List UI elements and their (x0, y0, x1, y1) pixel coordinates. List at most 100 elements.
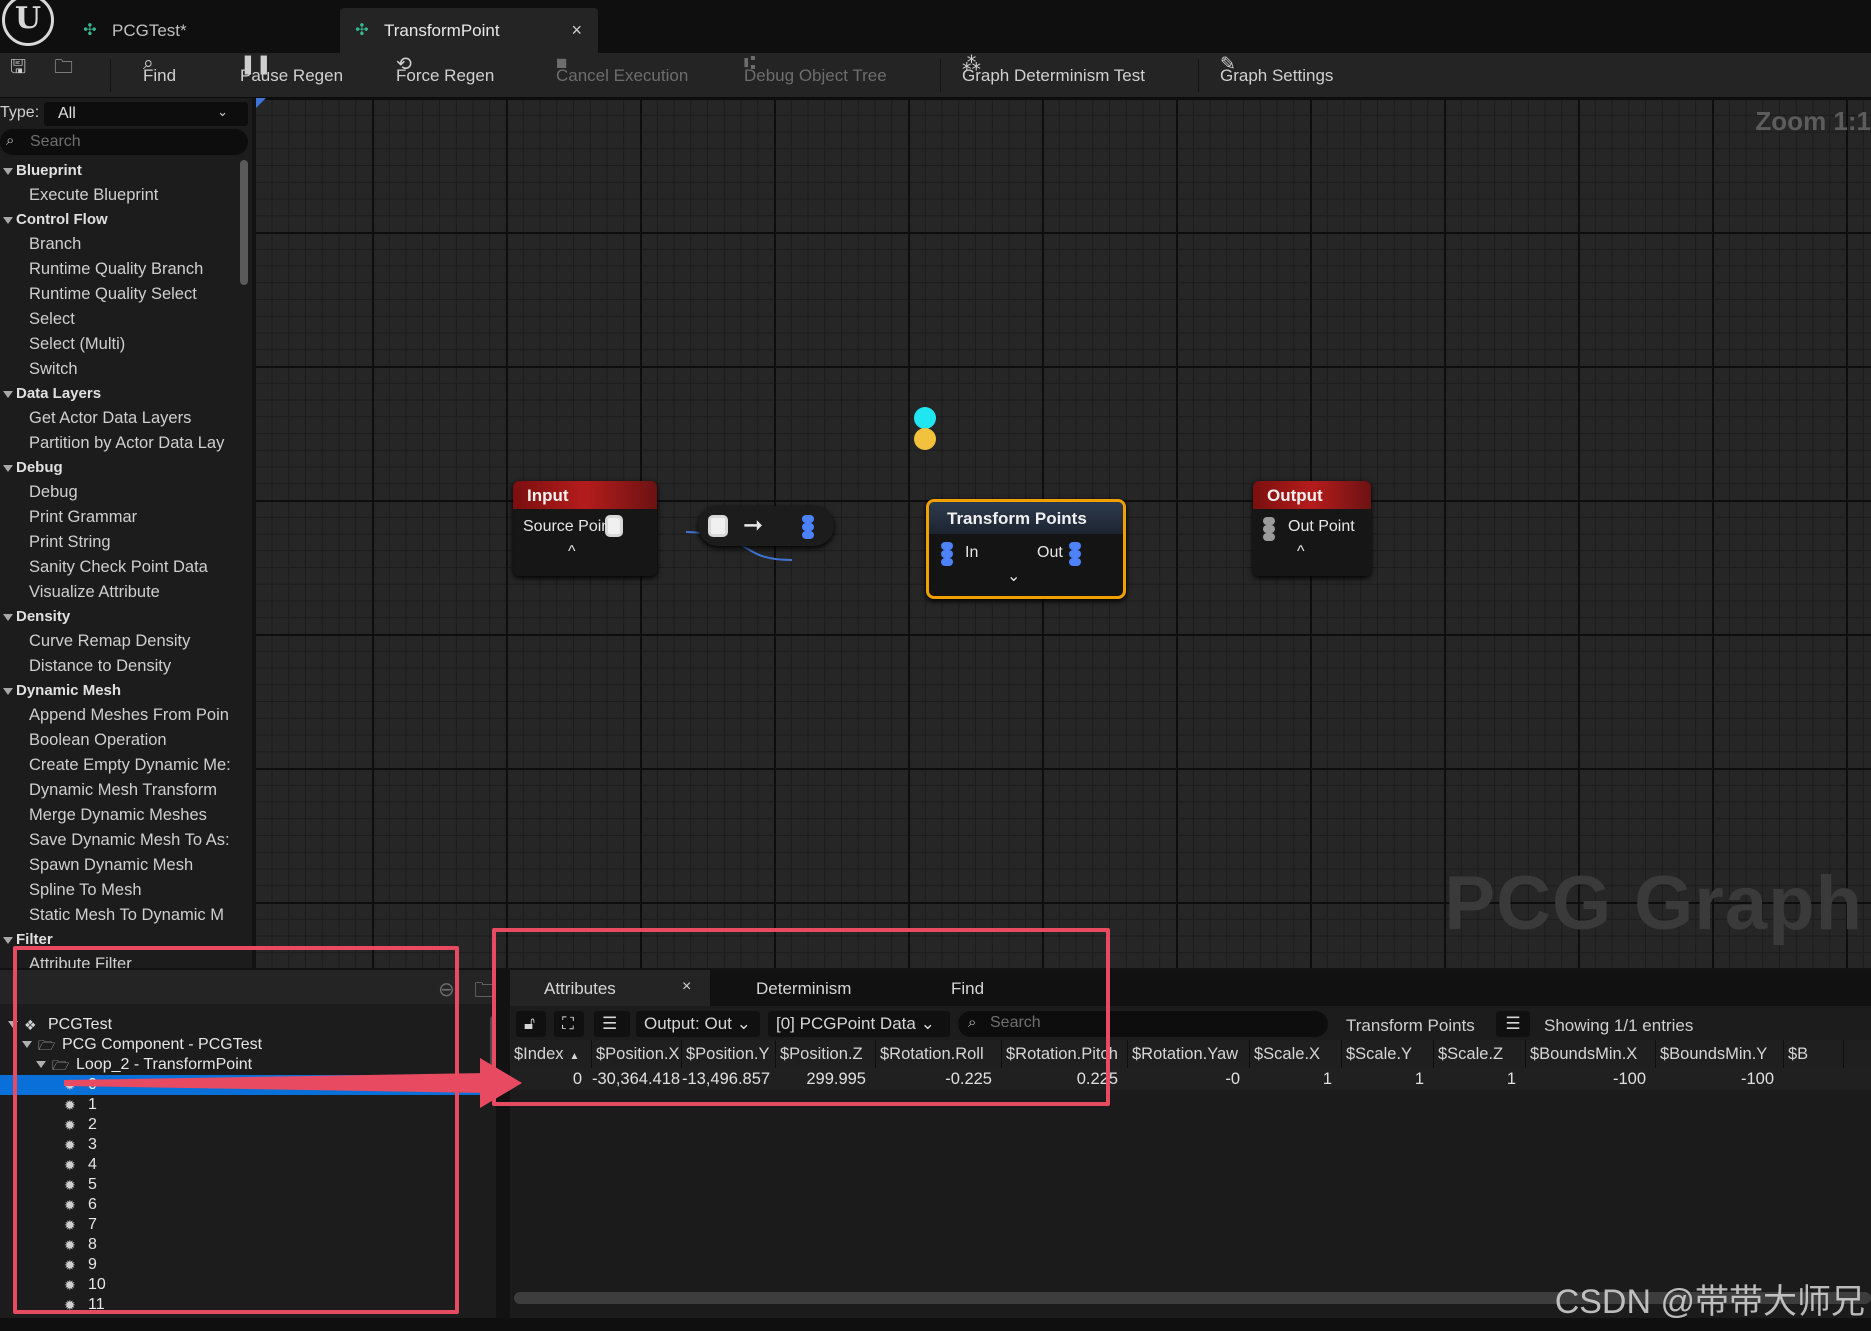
palette-category[interactable]: Debug (0, 457, 240, 481)
source-point-pin[interactable] (605, 515, 623, 537)
transform-points-node[interactable]: Transform Points In Out ⌄ (926, 499, 1126, 599)
palette-category[interactable]: Dynamic Mesh (0, 680, 240, 704)
tab-transformpoint[interactable]: ✣ TransformPoint × (340, 8, 598, 53)
inspect-icon[interactable]: 🗀 (474, 976, 494, 1010)
output-node[interactable]: Output Out Point ^ (1253, 481, 1371, 576)
column-header[interactable]: $Scale.X (1250, 1040, 1342, 1068)
in-pin[interactable] (941, 542, 955, 566)
graph-settings-button[interactable]: ✎ Graph Settings (1220, 53, 1333, 98)
palette-category[interactable]: Control Flow (0, 209, 240, 233)
toolbar-divider (940, 59, 941, 92)
type-value: All (58, 105, 76, 122)
palette-item[interactable]: Merge Dynamic Meshes (0, 804, 240, 829)
source-point-pin-label: Source Point (523, 518, 615, 535)
type-filter-row: Type: All ⌄ (0, 102, 250, 126)
exec-pin-cyan[interactable] (914, 407, 936, 429)
palette-item[interactable]: Sanity Check Point Data (0, 556, 240, 581)
graph-determinism-test-label: Graph Determinism Test (962, 65, 1145, 85)
in-pin-label: In (965, 544, 979, 561)
column-header[interactable]: $BoundsMin.X (1526, 1040, 1656, 1068)
tab-label: TransformPoint (384, 20, 500, 40)
chevron-up-icon[interactable]: ^ (1297, 543, 1305, 561)
palette-item[interactable]: Append Meshes From Poin (0, 704, 240, 729)
graph-determinism-test-button[interactable]: ⁂ Graph Determinism Test (962, 53, 1145, 98)
column-header-label: $Rotation.Yaw (1132, 1045, 1239, 1063)
palette-category[interactable]: Blueprint (0, 160, 240, 184)
list-view-icon[interactable]: ☰ (1496, 1011, 1530, 1037)
pause-regen-button[interactable]: ❚❚ Pause Regen (240, 53, 343, 98)
column-header[interactable]: $Rotation.Yaw (1128, 1040, 1250, 1068)
table-cell: 1 (1506, 1070, 1516, 1088)
convert-node[interactable]: ➞ (698, 506, 834, 546)
palette-item[interactable]: Boolean Operation (0, 729, 240, 754)
type-dropdown[interactable]: All ⌄ (44, 102, 248, 126)
palette-item[interactable]: Curve Remap Density (0, 630, 240, 655)
palette-item[interactable]: Select (Multi) (0, 333, 240, 358)
palette-item[interactable]: Static Mesh To Dynamic M (0, 904, 240, 929)
palette-item[interactable]: Debug (0, 481, 240, 506)
palette-item[interactable]: Execute Blueprint (0, 184, 240, 209)
find-icon: ⌕ (143, 53, 154, 74)
determinism-icon: ⁂ (962, 54, 981, 75)
debug-object-tree-button[interactable]: ⑆ Debug Object Tree (744, 53, 887, 98)
palette-item[interactable]: Spawn Dynamic Mesh (0, 854, 240, 879)
inspected-node-name: Transform Points (1346, 1016, 1475, 1035)
palette-item[interactable]: Print Grammar (0, 506, 240, 531)
palette-item[interactable]: Switch (0, 358, 240, 383)
csdn-watermark: CSDN @带带大师兄 (1554, 1283, 1865, 1321)
palette-item[interactable]: Runtime Quality Select (0, 283, 240, 308)
search-placeholder: Search (30, 133, 81, 150)
palette-item[interactable]: Spline To Mesh (0, 879, 240, 904)
table-cell: -0 (1225, 1070, 1240, 1088)
palette-item[interactable]: Print String (0, 531, 240, 556)
toolbar-divider (110, 59, 111, 92)
out-pin[interactable] (1069, 542, 1083, 566)
palette-item[interactable]: Save Dynamic Mesh To As: (0, 829, 240, 854)
highlight-box-table (492, 928, 1110, 1106)
palette-item[interactable]: Runtime Quality Branch (0, 258, 240, 283)
settings-pen-icon: ✎ (1220, 54, 1236, 75)
node-palette: Type: All ⌄ ⌕ Search Blueprint Execute Bl… (0, 98, 252, 968)
input-node[interactable]: Input Source Point ^ (513, 481, 657, 576)
palette-item[interactable]: Partition by Actor Data Lay (0, 432, 240, 457)
palette-item[interactable]: Distance to Density (0, 655, 240, 680)
force-regen-button[interactable]: ⟲ Force Regen (396, 53, 494, 98)
out-point-pin[interactable] (1263, 517, 1277, 541)
toolbar: 🖫 🗀 ⌕ Find ❚❚ Pause Regen ⟲ Force Regen … (0, 53, 1871, 98)
column-header[interactable]: $Scale.Y (1342, 1040, 1434, 1068)
chevron-down-icon[interactable]: ⌄ (1007, 566, 1020, 586)
cancel-execution-button[interactable]: ■ Cancel Execution (556, 53, 688, 98)
column-header[interactable]: $B (1784, 1040, 1844, 1068)
out-pin-label: Out (1037, 544, 1063, 561)
convert-output-pin[interactable] (802, 515, 816, 539)
search-icon: ⌕ (6, 132, 15, 149)
column-header[interactable]: $BoundsMin.Y (1656, 1040, 1784, 1068)
column-header[interactable]: $Scale.Z (1434, 1040, 1526, 1068)
palette-category[interactable]: Data Layers (0, 383, 240, 407)
palette-item[interactable]: Dynamic Mesh Transform (0, 779, 240, 804)
output-node-title: Output (1253, 481, 1371, 509)
palette-scrollbar[interactable] (240, 160, 248, 285)
palette-item[interactable]: Branch (0, 233, 240, 258)
palette-item[interactable]: Visualize Attribute (0, 581, 240, 606)
chevron-up-icon[interactable]: ^ (568, 543, 576, 561)
palette-category[interactable]: Density (0, 606, 240, 630)
close-tab-icon[interactable]: × (571, 20, 582, 41)
chevron-down-icon: ⌄ (217, 104, 228, 119)
tree-icon: ⑆ (744, 53, 756, 74)
graph-canvas[interactable]: Zoom 1:1 PCG Graph Input Source Point ^ … (256, 98, 1871, 968)
exec-pin-yellow[interactable] (914, 428, 936, 450)
unreal-logo-icon[interactable]: U (2, 0, 54, 46)
palette-search-input[interactable]: ⌕ Search (0, 129, 248, 155)
out-point-pin-label: Out Point (1288, 518, 1355, 535)
debug-object-tree-label: Debug Object Tree (744, 65, 887, 85)
column-header-label: $Scale.X (1254, 1045, 1321, 1063)
palette-item[interactable]: Create Empty Dynamic Me: (0, 754, 240, 779)
tab-pcgtest[interactable]: ✣ PCGTest* (80, 8, 335, 53)
palette-item[interactable]: Select (0, 308, 240, 333)
tab-bar: U ✣ PCGTest* ✣ TransformPoint × (0, 0, 1871, 53)
palette-item[interactable]: Get Actor Data Layers (0, 407, 240, 432)
graph-settings-label: Graph Settings (1220, 65, 1334, 85)
convert-input-pin[interactable] (708, 515, 728, 537)
find-button[interactable]: ⌕ Find (143, 53, 176, 98)
